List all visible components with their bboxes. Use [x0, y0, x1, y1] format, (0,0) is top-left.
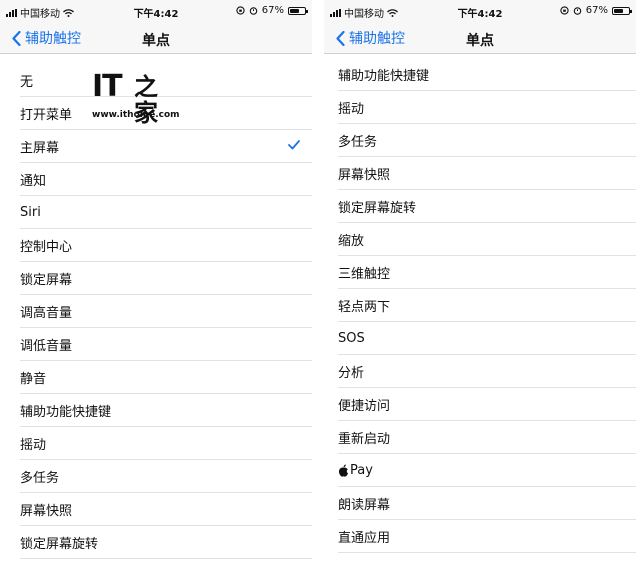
ithome-watermark: IT 之家 www.ithome.com: [92, 69, 180, 127]
action-item-label: 多任务: [338, 135, 378, 150]
watermark-url: www.ithome.com: [92, 110, 180, 120]
battery-percent: 67%: [585, 5, 608, 16]
action-item-label: 分析: [338, 366, 365, 381]
action-item-2[interactable]: 摇动: [324, 91, 636, 124]
action-item-label: 屏幕快照: [338, 168, 391, 183]
action-item-6[interactable]: 缩放: [324, 223, 636, 256]
action-item-6[interactable]: 控制中心: [0, 229, 312, 262]
action-item-label: 控制中心: [20, 240, 73, 255]
orientation-lock-icon: [236, 6, 245, 15]
action-item-11[interactable]: 便捷访问: [324, 388, 636, 421]
alarm-icon: [249, 7, 258, 15]
orientation-lock-icon: [560, 6, 569, 15]
action-item-5[interactable]: 锁定屏幕旋转: [324, 190, 636, 223]
action-item-1[interactable]: 辅助功能快捷键: [324, 58, 636, 91]
action-item-15[interactable]: 锁定屏幕旋转: [0, 526, 312, 559]
action-item-13[interactable]: 多任务: [0, 460, 312, 493]
action-list: 无打开菜单主屏幕通知 Siri 控制中心锁定屏幕调高音量调低音量静音辅助功能快捷键摇…: [0, 64, 312, 559]
battery-fill: [614, 8, 623, 13]
action-item-label: 便捷访问: [338, 399, 391, 414]
action-item-label: 重新启动: [338, 432, 391, 447]
action-item-label: 三维触控: [338, 267, 391, 282]
action-item-4[interactable]: 通知: [0, 163, 312, 196]
action-item-label: 轻点两下: [338, 300, 391, 315]
action-item-label: 辅助功能快捷键: [338, 69, 430, 84]
battery-icon: [288, 6, 308, 15]
battery-fill: [290, 8, 299, 13]
action-item-12[interactable]: 摇动: [0, 427, 312, 460]
action-item-label: 无: [20, 75, 34, 90]
action-item-label: 辅助功能快捷键: [20, 405, 112, 420]
battery-percent: 67%: [261, 5, 284, 16]
action-item-7[interactable]: 锁定屏幕: [0, 262, 312, 295]
action-item-8[interactable]: 轻点两下: [324, 289, 636, 322]
action-item-label: SOS: [338, 331, 365, 346]
alarm-icon: [573, 7, 582, 15]
status-bar: 中国移动 下午4:42 67%: [324, 0, 636, 22]
action-item-label: 锁定屏幕: [20, 273, 73, 288]
action-item-label: 主屏幕: [20, 141, 60, 156]
apple-pay-label: Pay: [338, 463, 373, 478]
action-item-label: 调高音量: [20, 306, 73, 321]
action-item-label: 调低音量: [20, 339, 73, 354]
action-item-9[interactable]: SOS: [324, 322, 636, 355]
watermark-brand: IT: [92, 69, 123, 104]
action-item-10[interactable]: 分析: [324, 355, 636, 388]
page-title: 单点: [142, 33, 170, 49]
action-item-label: 通知: [20, 174, 47, 189]
action-item-label: 摇动: [20, 438, 47, 453]
action-item-12[interactable]: 重新启动: [324, 421, 636, 454]
checkmark-icon: [288, 140, 300, 150]
action-item-label: Siri: [20, 205, 41, 220]
action-item-13[interactable]: Pay: [324, 454, 636, 487]
action-item-3[interactable]: 多任务: [324, 124, 636, 157]
action-item-label: 屏幕快照: [20, 504, 73, 519]
action-item-label: Pay: [350, 463, 373, 478]
action-item-10[interactable]: 静音: [0, 361, 312, 394]
nav-bar: 辅助触控 单点: [0, 22, 312, 54]
action-item-14[interactable]: 屏幕快照: [0, 493, 312, 526]
action-item-3[interactable]: 主屏幕: [0, 130, 312, 163]
action-item-label: 摇动: [338, 102, 365, 117]
status-right: 67%: [560, 5, 632, 16]
right-screen: 中国移动 下午4:42 67% 辅助触控 单点 辅助功能快捷键 摇动多任务屏幕快照…: [324, 0, 636, 566]
action-item-label: 缩放: [338, 234, 365, 249]
action-item-11[interactable]: 辅助功能快捷键: [0, 394, 312, 427]
action-item-9[interactable]: 调低音量: [0, 328, 312, 361]
battery-icon: [612, 6, 632, 15]
action-item-8[interactable]: 调高音量: [0, 295, 312, 328]
action-item-label: 静音: [20, 372, 47, 387]
apple-logo-icon: [339, 464, 348, 477]
action-item-label: 锁定屏幕旋转: [338, 201, 417, 216]
action-item-label: 多任务: [20, 471, 60, 486]
action-item-7[interactable]: 三维触控: [324, 256, 636, 289]
action-item-label: 打开菜单: [20, 108, 73, 123]
page-title: 单点: [466, 33, 494, 49]
action-item-4[interactable]: 屏幕快照: [324, 157, 636, 190]
left-screen: 中国移动 下午4:42 67% 辅助触控 单点 无打开菜单主屏幕通知 Siri 控制…: [0, 0, 312, 566]
nav-bar: 辅助触控 单点: [324, 22, 636, 54]
action-item-14[interactable]: 朗读屏幕: [324, 487, 636, 520]
action-list: 辅助功能快捷键 摇动多任务屏幕快照锁定屏幕旋转 缩放三维触控轻点两下 SOS 分析便捷访…: [324, 58, 636, 553]
action-item-15[interactable]: 直通应用: [324, 520, 636, 553]
action-item-5[interactable]: Siri: [0, 196, 312, 229]
action-item-label: 锁定屏幕旋转: [20, 537, 99, 552]
status-right: 67%: [236, 5, 308, 16]
screen-divider: [312, 0, 324, 566]
action-item-label: 朗读屏幕: [338, 498, 391, 513]
action-item-label: 直通应用: [338, 531, 391, 546]
status-bar: 中国移动 下午4:42 67%: [0, 0, 312, 22]
